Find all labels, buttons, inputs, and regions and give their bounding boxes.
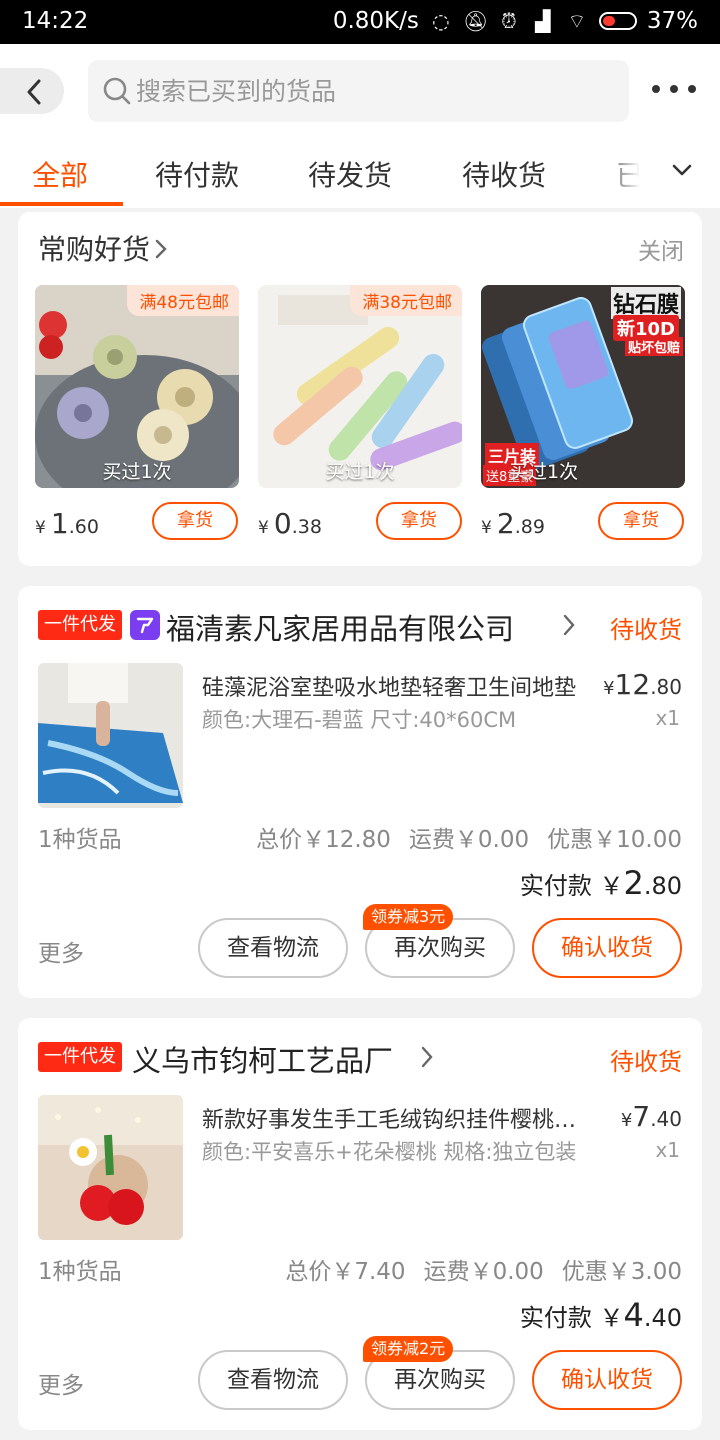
tab-pending-shipment[interactable]: 待发货 [308, 154, 392, 194]
bought-count: 买过1次 [509, 461, 579, 483]
more-link[interactable]: 更多 [38, 934, 84, 968]
frequent-item[interactable]: 满38元包邮 买过1次 [258, 285, 462, 488]
bought-count: 买过1次 [102, 461, 172, 483]
status-bar: 14:22 0.80K/s ◌ 🔕︎ ⏰︎ ▟ ⌔ 37% [0, 0, 720, 44]
order-status: 待收货 [610, 616, 682, 644]
restock-button[interactable]: 拿货 [152, 502, 238, 540]
confirm-receipt-button[interactable]: 确认收货 [532, 918, 682, 978]
product-spec: 颜色:平安喜乐+花朵樱桃 规格:独立包装 [202, 1140, 577, 1164]
bought-count: 买过1次 [325, 461, 395, 483]
chevron-left-icon [27, 79, 41, 105]
shop-name[interactable]: 义乌市钧柯工艺品厂 [132, 1038, 393, 1080]
bath-mat-image [38, 663, 183, 808]
item-price: ¥ 0.38 [258, 507, 322, 540]
order-card[interactable]: 一件代发 福清素凡家居用品有限公司 待收货 硅藻泥浴室垫吸水地垫轻奢卫生间地垫 … [18, 586, 702, 998]
mute-icon: 🔕︎ [462, 9, 489, 33]
confirm-receipt-button[interactable]: 确认收货 [532, 1350, 682, 1410]
order-tabs: 全部 待付款 待发货 待收货 已 [0, 140, 720, 208]
header [0, 44, 720, 140]
shop-name[interactable]: 福清素凡家居用品有限公司 [166, 606, 514, 648]
restock-button[interactable]: 拿货 [598, 502, 684, 540]
item-count: 1种货品 [38, 1259, 122, 1285]
tab-all[interactable]: 全部 [32, 154, 88, 194]
paid-amount: 实付款 ￥2.80 [519, 864, 682, 902]
order-summary: 总价￥12.80 运费￥0.00 优惠￥10.00 [238, 820, 682, 854]
back-button[interactable] [0, 68, 64, 114]
search-input[interactable] [136, 70, 616, 112]
product-price: ¥7.40 [620, 1100, 682, 1133]
chevron-down-icon[interactable] [670, 162, 694, 178]
product-title[interactable]: 新款好事发生手工毛绒钩织挂件樱桃钥匙扣 [202, 1102, 590, 1134]
product-image: 钻石膜 新10D 贴坏包赔 三片装 送8重豪 买过1次 [481, 285, 685, 488]
tab-pending-payment[interactable]: 待付款 [155, 154, 239, 194]
search-box[interactable] [88, 60, 629, 122]
product-price: ¥12.80 [603, 668, 682, 701]
shipping-badge: 满48元包邮 [127, 285, 239, 316]
more-menu-button[interactable] [652, 74, 696, 104]
shipping-fee: 运费￥0.00 [423, 1259, 544, 1285]
more-link[interactable]: 更多 [38, 1366, 84, 1400]
item-count: 1种货品 [38, 827, 122, 853]
shipping-fee: 运费￥0.00 [408, 827, 530, 853]
dropship-tag: 一件代发 [38, 610, 122, 640]
dot-icon [688, 85, 696, 93]
dropship-tag: 一件代发 [38, 1042, 122, 1072]
signal-icon: ▟ [535, 9, 551, 33]
product-quantity: x1 [655, 1138, 680, 1162]
image-text-guarantee: 贴坏包赔 [624, 337, 683, 356]
status-right: 0.80K/s ◌ 🔕︎ ⏰︎ ▟ ⌔ 37% [333, 8, 698, 34]
status-time: 14:22 [22, 8, 89, 34]
chevron-right-icon [155, 239, 167, 259]
close-button[interactable]: 关闭 [638, 232, 684, 266]
search-icon [103, 77, 131, 105]
battery-icon [598, 12, 637, 30]
discount: 优惠￥10.00 [547, 827, 682, 853]
chevron-right-icon [563, 614, 575, 636]
product-image[interactable] [38, 1095, 183, 1240]
total-price: 总价￥7.40 [285, 1259, 406, 1285]
product-image: 满38元包邮 买过1次 [258, 285, 462, 488]
product-image: 满48元包邮 买过1次 [35, 285, 239, 488]
view-logistics-button[interactable]: 查看物流 [198, 918, 348, 978]
order-card[interactable]: 一件代发 义乌市钧柯工艺品厂 待收货 新款好事发生手工毛绒钩织挂件樱桃钥匙扣 颜… [18, 1018, 702, 1430]
dot-icon [652, 85, 660, 93]
order-summary: 总价￥7.40 运费￥0.00 优惠￥3.00 [267, 1252, 682, 1286]
view-logistics-button[interactable]: 查看物流 [198, 1350, 348, 1410]
product-image[interactable] [38, 663, 183, 808]
tab-pending-receipt[interactable]: 待收货 [462, 154, 546, 194]
alarm-icon: ⏰︎ [501, 9, 517, 33]
coupon-badge: 领券减2元 [363, 1336, 454, 1362]
network-speed: 0.80K/s [332, 8, 419, 34]
item-price: ¥ 1.60 [35, 507, 99, 540]
battery-percent: 37% [646, 8, 698, 34]
product-spec: 颜色:大理石-碧蓝 尺寸:40*60CM [202, 708, 517, 732]
product-title[interactable]: 硅藻泥浴室垫吸水地垫轻奢卫生间地垫 [202, 670, 590, 702]
order-status: 待收货 [610, 1048, 682, 1076]
wifi-icon: ⌔ [567, 9, 587, 33]
crochet-keychain-image [38, 1095, 183, 1240]
restock-button[interactable]: 拿货 [376, 502, 462, 540]
product-quantity: x1 [655, 706, 680, 730]
shipping-badge: 满38元包邮 [350, 285, 462, 316]
frequent-goods-card: 常购好货 关闭 满48元包邮 买过1次 ¥ 1.60 拿货 满38元包邮 买过1… [18, 212, 702, 566]
frequent-item[interactable]: 满48元包邮 买过1次 [35, 285, 239, 488]
paid-amount: 实付款 ￥4.40 [519, 1296, 682, 1334]
total-price: 总价￥12.80 [256, 827, 391, 853]
dot-icon [670, 85, 678, 93]
frequent-item[interactable]: 钻石膜 新10D 贴坏包赔 三片装 送8重豪 买过1次 [481, 285, 685, 488]
coupon-badge: 领券减3元 [363, 904, 454, 930]
shop-logo-icon [130, 610, 160, 640]
tab-active-indicator [0, 202, 123, 206]
discount: 优惠￥3.00 [561, 1259, 682, 1285]
frequent-goods-title[interactable]: 常购好货 [38, 228, 170, 268]
item-price: ¥ 2.89 [481, 507, 545, 540]
sync-icon: ◌ [432, 9, 450, 33]
chevron-right-icon [421, 1046, 433, 1068]
tabs-fade [600, 140, 650, 208]
